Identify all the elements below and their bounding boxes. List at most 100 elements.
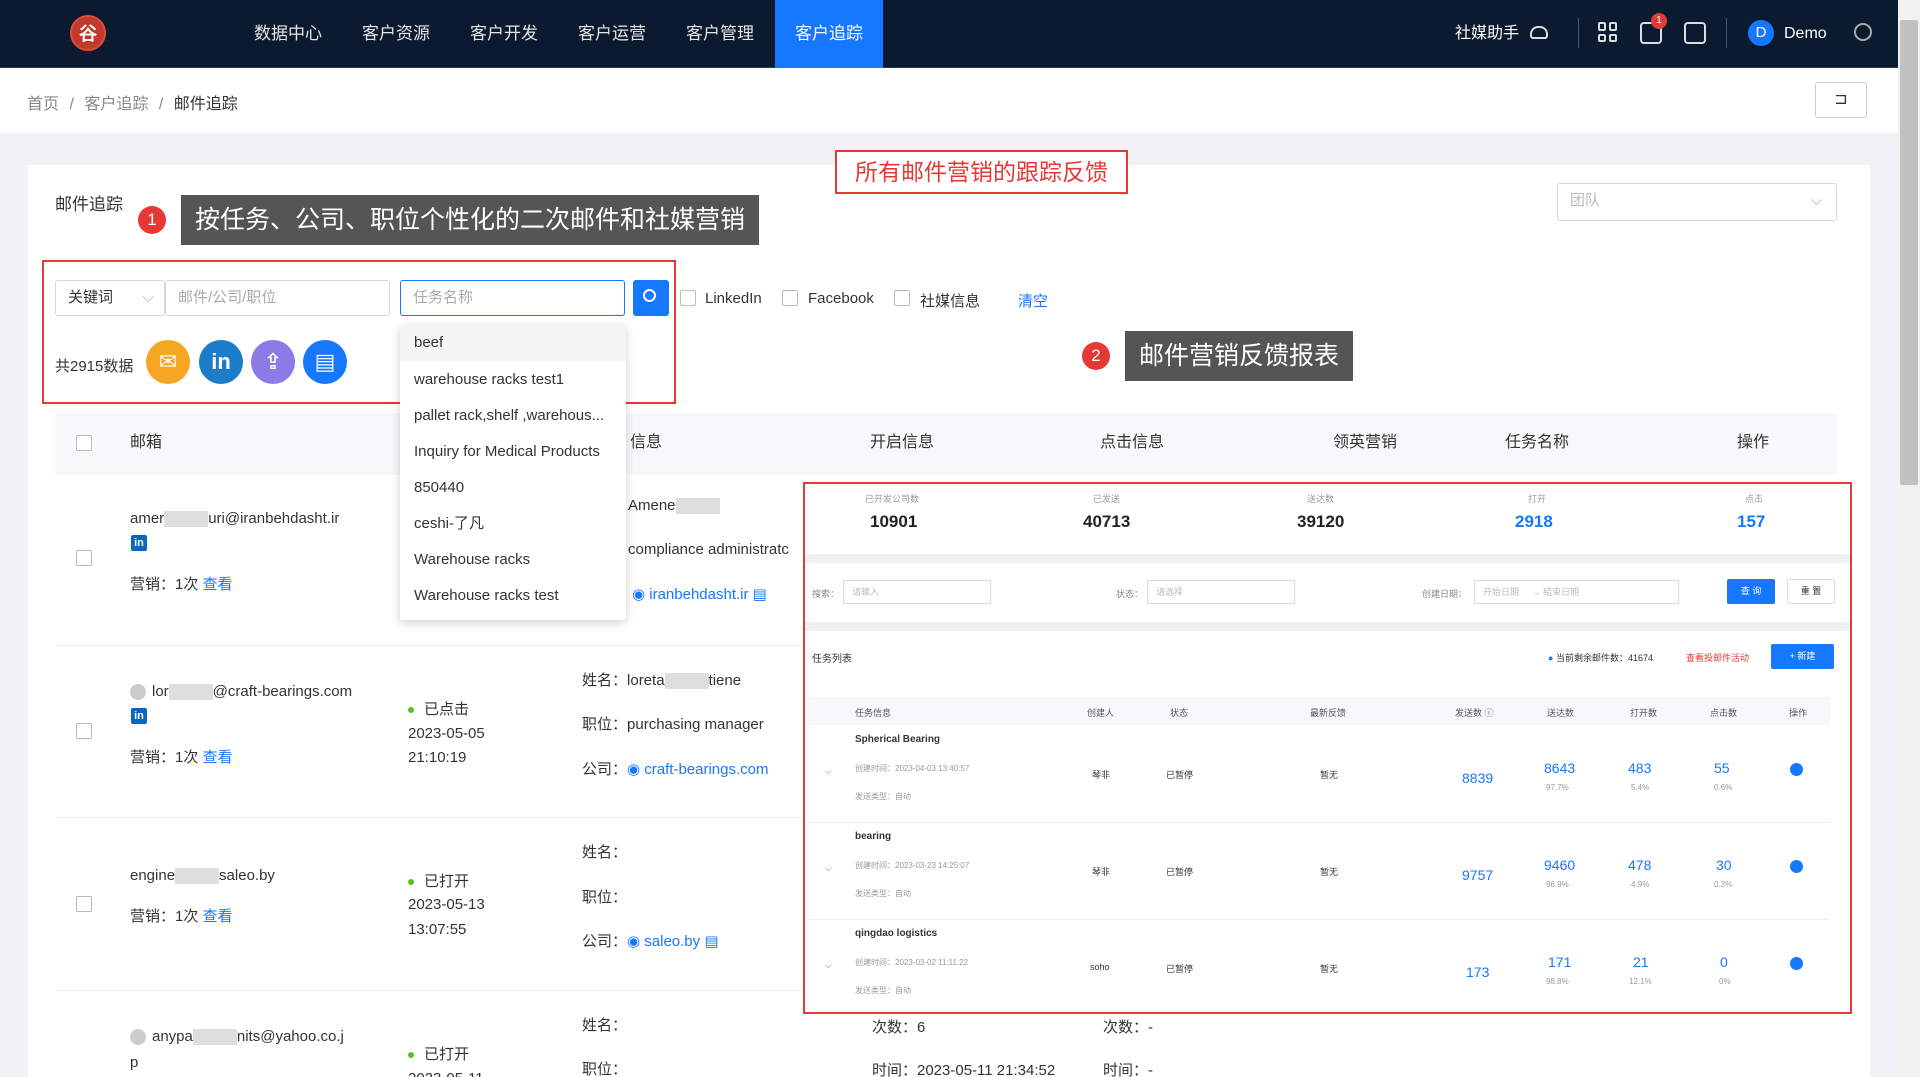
keyword-input[interactable]: 邮件/公司/职位 <box>165 280 390 316</box>
select-all-checkbox[interactable] <box>76 435 92 451</box>
edit-icon[interactable] <box>1684 22 1706 44</box>
task-action-icon[interactable] <box>1790 860 1803 873</box>
row-position-label: 职位： <box>582 889 628 906</box>
globe-icon[interactable] <box>1854 23 1872 41</box>
report-date-range[interactable]: 开始日期 → 结束日期 <box>1474 580 1679 604</box>
divider <box>808 919 1830 920</box>
nav-customer-tracking[interactable]: 客户追踪 <box>775 0 883 68</box>
expand-icon[interactable]: ⌵ <box>825 960 832 971</box>
nav-customer-management[interactable]: 客户管理 <box>670 0 770 68</box>
nav-customer-operations[interactable]: 客户运营 <box>562 0 662 68</box>
linkedin-marketing-button[interactable]: in <box>199 340 243 384</box>
report-search-input[interactable]: 请输入 <box>843 580 991 604</box>
row-checkbox[interactable] <box>76 550 92 566</box>
nav-customer-development[interactable]: 客户开发 <box>454 0 554 68</box>
company-link[interactable]: ◉ saleo.by ▤ <box>627 933 718 950</box>
upload-button[interactable]: ⇪ <box>251 340 295 384</box>
social-assistant-label[interactable]: 社媒助手 <box>1455 0 1519 68</box>
task-feedback: 暂无 <box>1320 964 1339 974</box>
task-delivered-pct: 96.9% <box>1546 880 1569 889</box>
query-button[interactable]: 查 询 <box>1727 579 1775 604</box>
row-divider <box>55 990 805 991</box>
task-opened-pct: 5.4% <box>1631 783 1650 792</box>
app-logo[interactable]: 谷 <box>70 15 106 51</box>
row-status: 已打开 <box>408 1043 469 1064</box>
breadcrumb-home[interactable]: 首页 <box>27 96 59 113</box>
row-email[interactable]: amer uri@iranbehdasht.ir <box>130 510 339 528</box>
view-link[interactable]: 查看 <box>203 908 233 925</box>
social-info-checkbox[interactable] <box>894 290 910 306</box>
row-checkbox[interactable] <box>76 896 92 912</box>
notes-button[interactable]: ▤ <box>303 340 347 384</box>
stat-value: 40713 <box>1083 512 1131 531</box>
cloud-upload-icon[interactable] <box>1530 26 1548 39</box>
row-status: 已点击 <box>408 698 469 719</box>
row-status: 已打开 <box>408 870 469 891</box>
expand-icon[interactable]: ⌵ <box>825 766 832 777</box>
clear-link[interactable]: 清空 <box>1018 290 1048 311</box>
avatar[interactable]: D <box>1748 20 1774 46</box>
row-marketing: 营销：1次 查看 <box>130 576 233 593</box>
email-marketing-button[interactable]: ✉ <box>146 340 190 384</box>
annotation-number-1: 1 <box>138 206 166 234</box>
annotation-top: 所有邮件营销的跟踪反馈 <box>835 150 1128 194</box>
col-open-info[interactable]: 开启信息 <box>870 418 934 468</box>
report-status-select[interactable]: 请选择 <box>1147 580 1295 604</box>
apps-grid-icon[interactable] <box>1598 22 1618 42</box>
task-opened-pct: 4.9% <box>1631 880 1650 889</box>
scrollbar-thumb[interactable] <box>1900 20 1918 485</box>
keyword-select[interactable]: 关键词 ⌵ <box>55 280 165 316</box>
stat-label: 打开 <box>1528 494 1547 504</box>
task-clicked-pct: 0.6% <box>1714 783 1733 792</box>
expand-icon[interactable]: ⌵ <box>825 863 832 874</box>
new-task-button[interactable]: + 新建 <box>1771 644 1834 669</box>
team-select[interactable]: 团队 ⌵ <box>1557 183 1837 221</box>
task-col: 最新反馈 <box>1310 708 1347 718</box>
task-sent: 8839 <box>1462 770 1494 786</box>
row-checkbox[interactable] <box>76 723 92 739</box>
divider <box>1726 18 1727 48</box>
linkedin-icon[interactable]: in <box>131 535 147 551</box>
row-divider <box>55 817 805 818</box>
divider <box>808 822 1830 823</box>
view-link[interactable]: 查看 <box>203 749 233 766</box>
view-link[interactable]: 查看 <box>203 576 233 593</box>
facebook-checkbox[interactable] <box>782 290 798 306</box>
row-marketing: 营销：1次 查看 <box>130 908 233 925</box>
reset-button[interactable]: 重 置 <box>1787 579 1835 604</box>
user-name[interactable]: Demo <box>1784 0 1827 68</box>
col-click-info[interactable]: 点击信息 <box>1100 418 1164 468</box>
row-name-label: 姓名： <box>582 1017 628 1034</box>
facebook-label: Facebook <box>808 290 874 307</box>
table-header <box>55 413 1837 475</box>
nav-data-center[interactable]: 数据中心 <box>238 0 338 68</box>
row-email[interactable]: lor @craft-bearings.com <box>130 683 352 701</box>
dropdown-item[interactable]: warehouse racks test1 <box>400 362 626 398</box>
row-company-link[interactable]: ◉ iranbehdasht.ir ▤ <box>632 585 767 603</box>
linkedin-icon[interactable]: in <box>131 708 147 724</box>
task-name-input[interactable]: 任务名称 <box>400 280 625 316</box>
dropdown-item[interactable]: beef <box>400 325 626 361</box>
fullscreen-button[interactable]: ⊐ <box>1815 82 1867 118</box>
task-action-icon[interactable] <box>1790 763 1803 776</box>
company-link[interactable]: ◉ craft-bearings.com <box>627 761 768 778</box>
task-creator: 琴非 <box>1092 770 1111 780</box>
breadcrumb-parent[interactable]: 客户追踪 <box>84 96 148 113</box>
nav-customer-resources[interactable]: 客户资源 <box>346 0 446 68</box>
view-activity-link[interactable]: 查看投邮件活动 <box>1686 651 1749 664</box>
dropdown-item[interactable]: ceshi-了凡 <box>400 506 626 542</box>
dropdown-item[interactable]: pallet rack,shelf ,warehous... <box>400 398 626 434</box>
dropdown-item[interactable]: Warehouse racks <box>400 542 626 578</box>
row-company: 公司：◉ saleo.by ▤ <box>582 933 719 950</box>
dropdown-item[interactable]: Warehouse racks test <box>400 578 626 614</box>
row-position: compliance administratc <box>628 541 789 558</box>
stat-value: 39120 <box>1297 512 1345 531</box>
task-action-icon[interactable] <box>1790 957 1803 970</box>
row-email[interactable]: anypa nits@yahoo.co.j <box>130 1028 344 1046</box>
dropdown-item[interactable]: 850440 <box>400 470 626 506</box>
linkedin-checkbox[interactable] <box>680 290 696 306</box>
search-button[interactable] <box>633 280 669 316</box>
dropdown-item[interactable]: Inquiry for Medical Products <box>400 434 626 470</box>
row-email[interactable]: engine saleo.by <box>130 867 275 885</box>
task-name: Spherical Bearing <box>855 734 941 745</box>
